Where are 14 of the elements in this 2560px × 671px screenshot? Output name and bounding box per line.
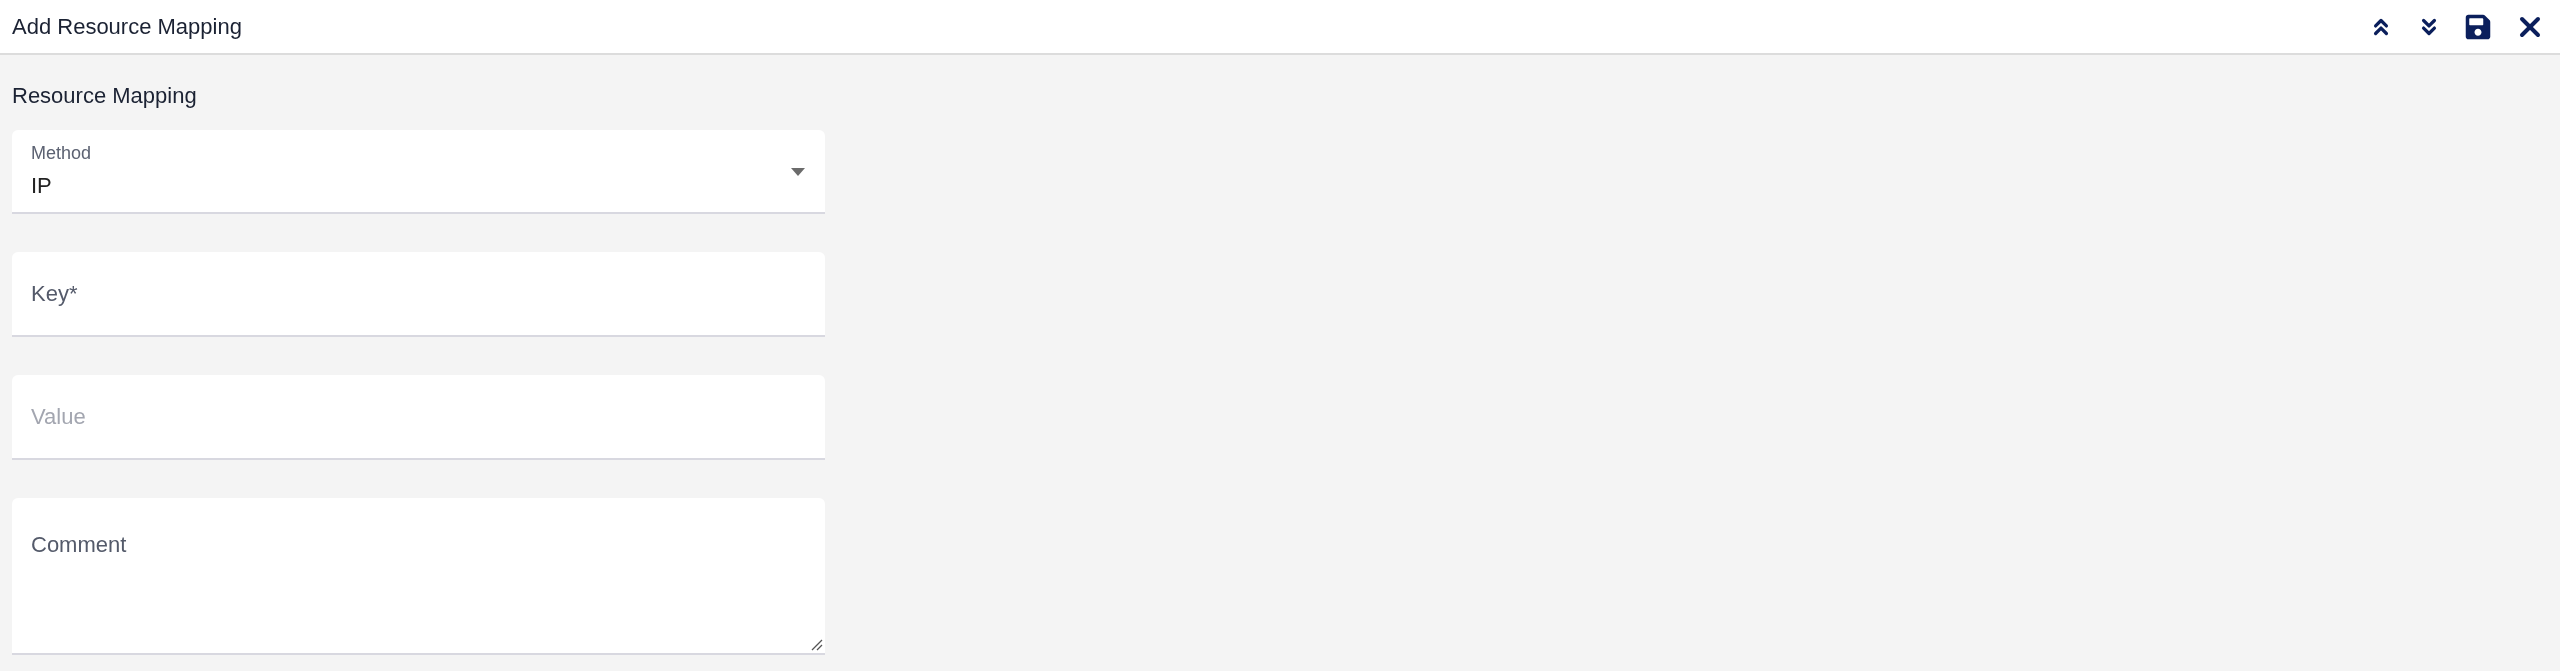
field-label: Comment xyxy=(31,532,127,557)
resize-handle-icon[interactable] xyxy=(811,639,823,651)
field-input[interactable]: Value xyxy=(31,400,806,433)
field-value: IP xyxy=(31,172,52,200)
field-label: Key* xyxy=(31,280,78,308)
section-title: Resource Mapping xyxy=(12,82,198,110)
text-field[interactable]: Key* xyxy=(12,252,825,337)
method-select[interactable]: Method IP xyxy=(12,130,825,214)
text-field[interactable]: Value xyxy=(12,375,825,460)
field-label: Method xyxy=(31,142,93,165)
window-title: Add Resource Mapping xyxy=(12,13,242,41)
save-icon[interactable] xyxy=(2464,12,2492,41)
comment-field[interactable]: Comment xyxy=(12,498,825,655)
dropdown-caret-icon xyxy=(791,168,805,176)
